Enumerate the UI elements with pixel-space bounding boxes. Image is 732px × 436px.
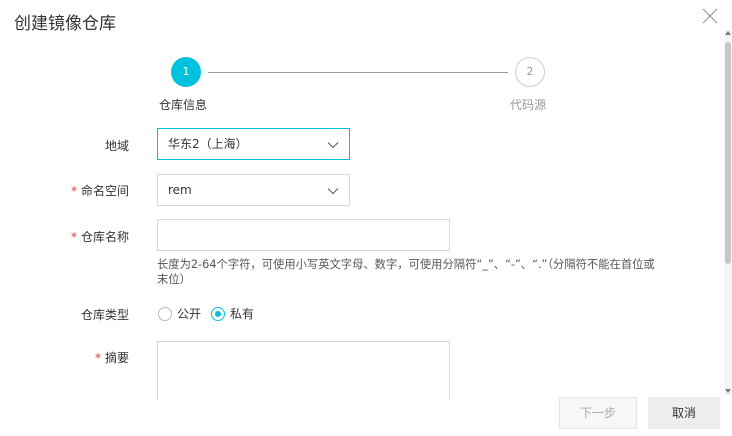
repo-name-input[interactable] xyxy=(157,219,450,251)
radio-public-label: 公开 xyxy=(177,307,202,321)
close-icon[interactable] xyxy=(700,6,720,26)
step-2-label: 代码源 xyxy=(510,98,547,112)
scroll-up-icon[interactable] xyxy=(725,31,731,35)
cancel-button[interactable]: 取消 xyxy=(648,397,720,429)
chevron-down-icon xyxy=(327,139,339,151)
radio-public[interactable]: 公开 xyxy=(158,305,201,322)
repo-name-hint: 长度为2-64个字符，可使用小写英文字母、数字，可使用分隔符“_”、“-”、“.… xyxy=(157,258,655,286)
summary-label: * 摘要 xyxy=(94,351,129,365)
chevron-down-icon xyxy=(327,185,339,197)
step-1-indicator: 1 xyxy=(171,57,201,87)
scrollbar-thumb[interactable] xyxy=(725,42,731,264)
next-button[interactable]: 下一步 xyxy=(559,397,637,429)
region-select[interactable]: 华东2（上海） xyxy=(157,128,350,160)
summary-textarea[interactable] xyxy=(157,341,450,401)
radio-public-circle[interactable] xyxy=(158,306,172,321)
required-mark: * xyxy=(70,230,77,244)
namespace-select[interactable]: rem xyxy=(157,174,350,206)
radio-private[interactable]: 私有 xyxy=(211,305,254,322)
dialog-title: 创建镜像仓库 xyxy=(14,14,116,34)
radio-private-circle[interactable] xyxy=(211,306,225,321)
repo-type-label: 仓库类型 xyxy=(80,308,129,322)
create-repo-dialog: 创建镜像仓库 1 2 仓库信息 代码源 地域 华东2（上海） * 命名空间 rem… xyxy=(0,0,732,436)
step-1-label: 仓库信息 xyxy=(159,98,208,112)
repo-name-label: * 仓库名称 xyxy=(70,230,129,244)
required-mark: * xyxy=(94,351,101,365)
scroll-down-icon[interactable] xyxy=(725,389,731,393)
step-2-indicator: 2 xyxy=(515,57,545,87)
step-connector xyxy=(208,72,508,73)
radio-private-label: 私有 xyxy=(230,307,255,321)
namespace-label: * 命名空间 xyxy=(70,184,129,198)
scrollbar[interactable] xyxy=(724,30,732,395)
region-value: 华东2（上海） xyxy=(168,137,248,151)
region-label: 地域 xyxy=(104,139,129,153)
required-mark: * xyxy=(70,184,77,198)
namespace-value: rem xyxy=(168,183,192,197)
